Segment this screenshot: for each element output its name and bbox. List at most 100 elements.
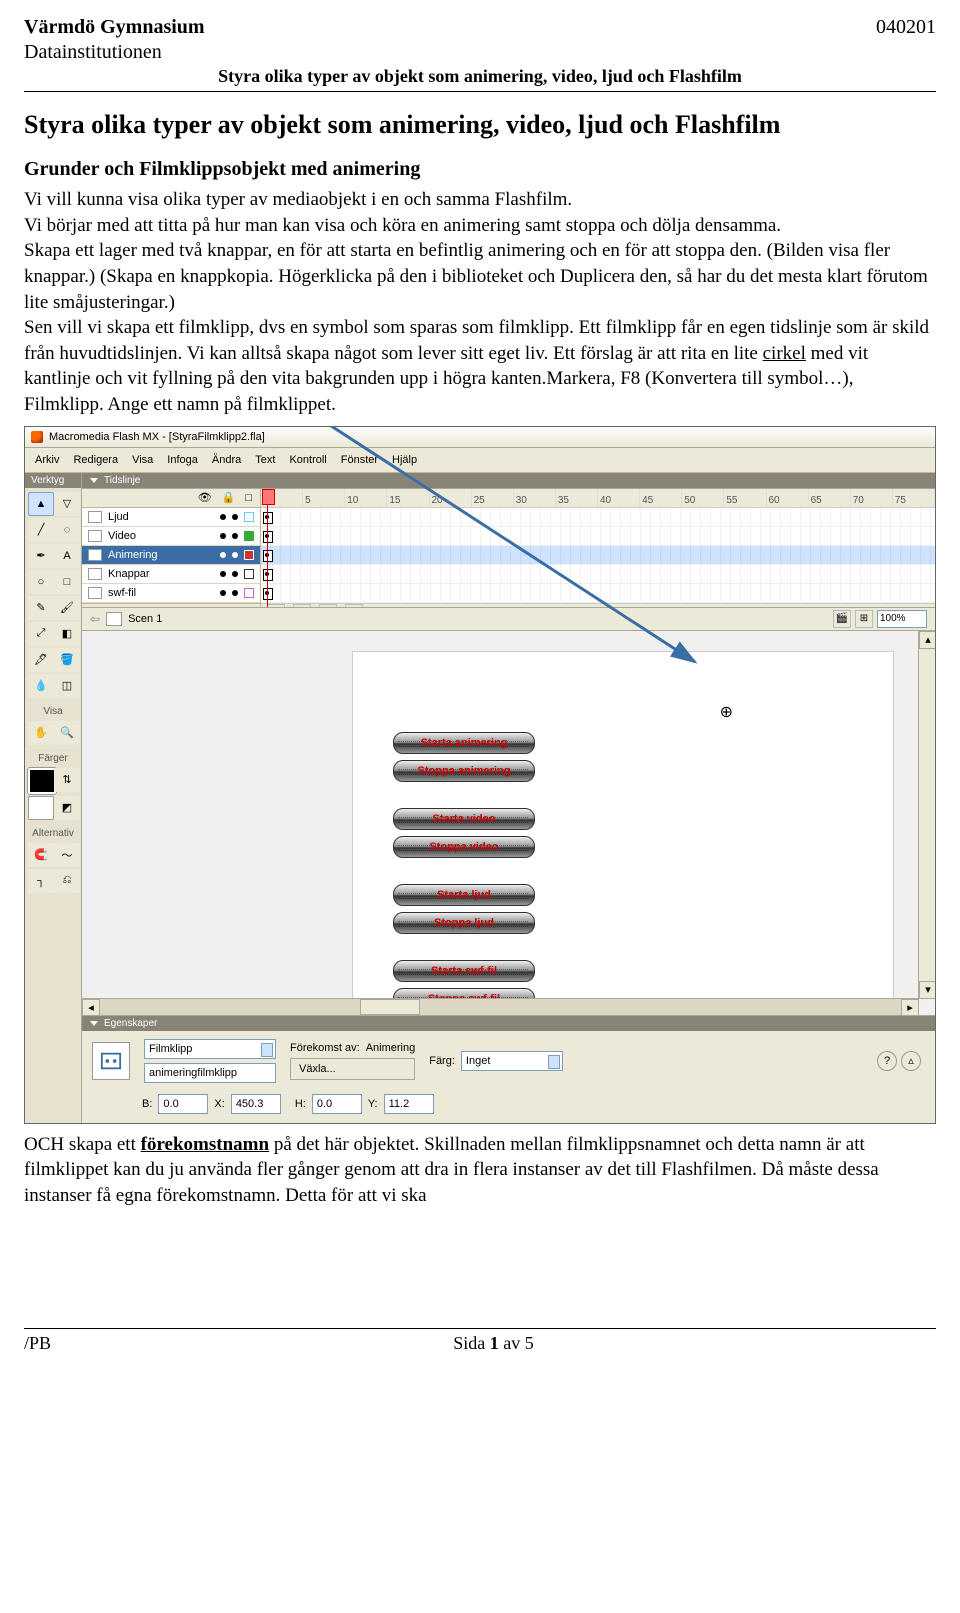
tool-fill-transform[interactable]: ◧ [54, 622, 80, 646]
btn-starta-video[interactable]: Starta video [393, 808, 535, 830]
tool-zoom[interactable]: 🔍 [54, 721, 80, 745]
tool-ink[interactable]: 🖋 [28, 648, 54, 672]
tool-transform[interactable]: ⤢ [28, 622, 54, 646]
layer-video[interactable]: Video [82, 527, 260, 546]
timeline-playhead[interactable] [267, 489, 268, 607]
fill-color[interactable] [28, 796, 54, 820]
timeline-header[interactable]: Tidslinje [82, 473, 935, 488]
layer-swf-fil[interactable]: swf-fil [82, 584, 260, 603]
scene-label[interactable]: Scen 1 [128, 613, 162, 625]
frames-row-animering[interactable] [261, 546, 935, 565]
tools-alternativ-label: Alternativ [25, 824, 81, 839]
tool-text[interactable]: A [54, 544, 80, 568]
tool-oval[interactable]: ○ [28, 570, 54, 594]
menu-redigera[interactable]: Redigera [73, 454, 118, 466]
menu-andra[interactable]: Ändra [212, 454, 241, 466]
props-expand-icon[interactable]: ▵ [901, 1051, 921, 1071]
tool-smooth[interactable]: ～ [54, 843, 80, 867]
tool-pencil[interactable]: ✎ [28, 596, 54, 620]
tool-eyedropper[interactable]: 💧 [28, 674, 54, 698]
tool-subselect[interactable]: ▽ [54, 492, 80, 516]
menu-hjalp[interactable]: Hjälp [392, 454, 417, 466]
menu-text[interactable]: Text [255, 454, 275, 466]
tool-pen[interactable]: ✒ [28, 544, 54, 568]
btn-stoppa-ljud[interactable]: Stoppa ljud [393, 912, 535, 934]
instance-name-field[interactable]: animeringfilmklipp [144, 1063, 276, 1083]
prop-X-field[interactable]: 450.3 [231, 1094, 281, 1114]
swap-colors[interactable]: ⇅ [54, 768, 80, 792]
tool-eraser[interactable]: ◫ [54, 674, 80, 698]
tool-straighten[interactable]: ┐ [28, 869, 54, 893]
menu-infoga[interactable]: Infoga [167, 454, 198, 466]
doc-subtitle: Styra olika typer av objekt som animerin… [24, 66, 936, 87]
swap-symbol-button[interactable]: Växla... [290, 1058, 415, 1080]
menu-visa[interactable]: Visa [132, 454, 153, 466]
prop-Y-field[interactable]: 11.2 [384, 1094, 434, 1114]
layer-knappar[interactable]: Knappar [82, 565, 260, 584]
scene-icon [106, 612, 122, 626]
stroke-color[interactable] [28, 768, 56, 794]
tool-brush[interactable]: 🖌 [54, 596, 80, 620]
frames-footer: ◐ ◑ ▦ ⟦⟧ 1 12.0 bps 0.0s [261, 603, 935, 607]
frames-row-swf[interactable] [261, 584, 935, 603]
layer-animering[interactable]: Animering [82, 546, 260, 565]
btn-starta-animering[interactable]: Starta animering [393, 732, 535, 754]
footer-pageinfo: Sida 1 av 5 [453, 1333, 534, 1354]
tool-line[interactable]: ╱ [28, 518, 54, 542]
layer-footer: + ⟋ 📁 🗑 [82, 603, 260, 607]
menu-fonster[interactable]: Fönster [341, 454, 378, 466]
frames-area[interactable]: 5 10 15 20 25 30 35 40 45 50 55 60 [261, 489, 935, 607]
tool-lasso[interactable]: ◌ [54, 518, 80, 542]
vertical-scrollbar[interactable]: ▴ ▾ [918, 631, 935, 999]
stage-canvas[interactable]: Starta animering Stoppa animering Starta… [352, 651, 894, 1015]
menu-arkiv[interactable]: Arkiv [35, 454, 59, 466]
timeline-title: Tidslinje [104, 475, 140, 486]
scroll-down-icon[interactable]: ▾ [919, 981, 935, 999]
edit-symbols-icon[interactable]: ⊞ [855, 610, 873, 628]
color-effect-dropdown[interactable]: Inget [461, 1051, 563, 1071]
stage-buttons: Starta animering Stoppa animering Starta… [393, 732, 535, 1010]
btn-stoppa-video[interactable]: Stoppa video [393, 836, 535, 858]
movieclip-registration-icon[interactable]: ⊕ [720, 702, 733, 722]
scroll-left-icon[interactable]: ◂ [82, 999, 100, 1015]
tool-selection[interactable]: ▲ [28, 492, 54, 516]
lock-icon[interactable]: 🔒 [222, 491, 236, 504]
outline-icon[interactable]: □ [245, 492, 252, 504]
btn-stoppa-animering[interactable]: Stoppa animering [393, 760, 535, 782]
scroll-up-icon[interactable]: ▴ [919, 631, 935, 649]
tool-snap[interactable]: 🧲 [28, 843, 54, 867]
stage-area[interactable]: Starta animering Stoppa animering Starta… [82, 631, 935, 1015]
page-footer: /PB Sida 1 av 5 [24, 1328, 936, 1354]
btn-starta-ljud[interactable]: Starta ljud [393, 884, 535, 906]
eye-icon[interactable]: 👁 [198, 491, 212, 504]
layer-ljud[interactable]: Ljud [82, 508, 260, 527]
scroll-right-icon[interactable]: ▸ [901, 999, 919, 1015]
movieclip-type-icon[interactable] [92, 1042, 130, 1080]
properties-header[interactable]: Egenskaper [82, 1016, 935, 1031]
scroll-thumb-h[interactable] [360, 999, 420, 1015]
props-help-icon[interactable]: ? [877, 1051, 897, 1071]
horizontal-scrollbar[interactable]: ◂ ▸ [82, 998, 919, 1015]
tool-bucket[interactable]: 🪣 [54, 648, 80, 672]
tool-rect[interactable]: □ [54, 570, 80, 594]
tool-option-4[interactable]: ⎌ [54, 869, 80, 893]
frames-row-video[interactable] [261, 527, 935, 546]
tool-hand[interactable]: ✋ [28, 721, 54, 745]
frames-row-knappar[interactable] [261, 565, 935, 584]
header-rule [24, 91, 936, 92]
prop-B-field[interactable]: 0.0 [158, 1094, 208, 1114]
edit-multi-icon[interactable]: ▦ [319, 604, 337, 607]
edit-scene-icon[interactable]: 🎬 [833, 610, 851, 628]
onion-markers-icon[interactable]: ⟦⟧ [345, 604, 363, 607]
onion-skin-icon[interactable]: ◐ [267, 604, 285, 607]
zoom-input[interactable]: 100% [877, 610, 927, 628]
scene-back-icon[interactable]: ⇦ [90, 612, 100, 626]
symbol-type-dropdown[interactable]: Filmklipp [144, 1039, 276, 1059]
prop-H-field[interactable]: 0.0 [312, 1094, 362, 1114]
onion-outline-icon[interactable]: ◑ [293, 604, 311, 607]
frames-row-ljud[interactable] [261, 508, 935, 527]
default-colors[interactable]: ◩ [54, 796, 80, 820]
menu-kontroll[interactable]: Kontroll [289, 454, 326, 466]
btn-starta-swf[interactable]: Starta swf-fil [393, 960, 535, 982]
timeline-panel: Tidslinje 👁 🔒 □ Ljud Video Animering Kna… [82, 473, 935, 608]
